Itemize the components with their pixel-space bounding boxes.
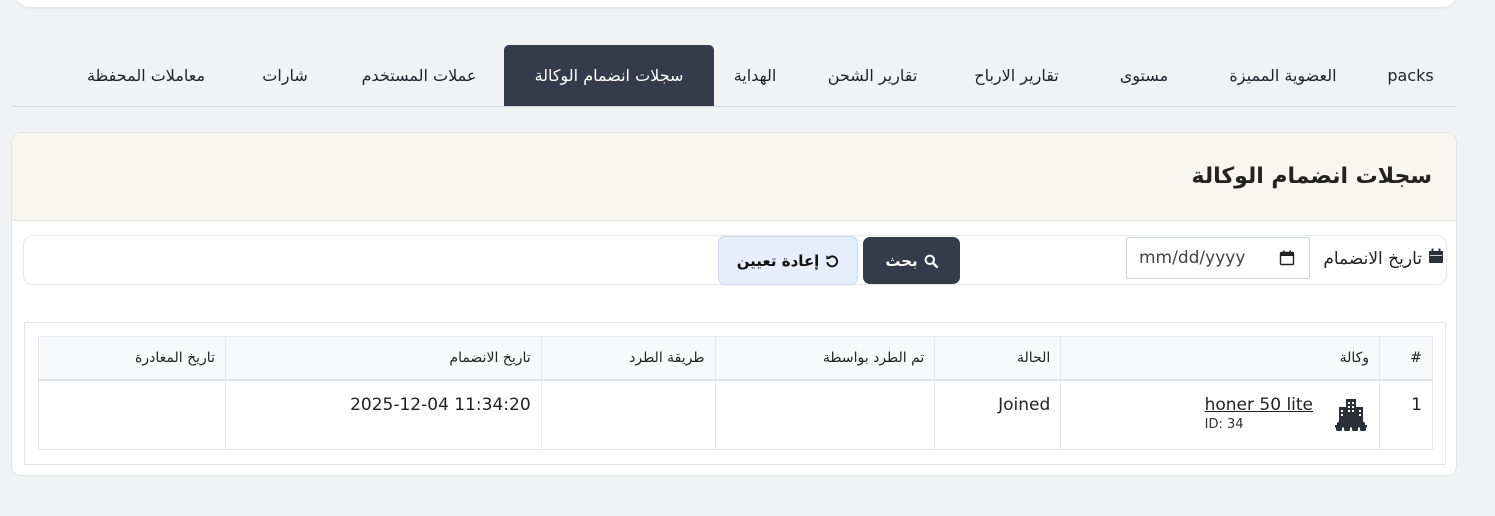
panel-header: سجلات انضمام الوكالة [12,133,1456,221]
join-date-filter-label: تاريخ الانضمام [1323,249,1422,269]
undo-icon [826,254,839,267]
agency-join-table: # وكالة الحالة تم الطرد بواسطة طريقة الط… [38,336,1433,450]
column-header-kick-method: طريقة الطرد [540,336,716,381]
tab-packs[interactable]: packs [1367,45,1454,106]
filter-bar: تاريخ الانضمام mm/dd/yyyy بحث إعادة تعيي [23,235,1447,285]
status-text: Joined [998,394,1051,415]
tab-badges[interactable]: شارات [235,45,335,106]
tab-gifts[interactable]: الهداية [715,45,795,106]
page-title: سجلات انضمام الوكالة [1191,164,1433,189]
cell-leave-date [38,379,226,450]
reset-button-label: إعادة تعيين [736,251,820,270]
tab-recharge-reports[interactable]: تقارير الشحن [800,45,945,106]
cell-status: Joined [934,379,1062,450]
search-button[interactable]: بحث [863,237,960,284]
top-card [16,0,1456,7]
table-header-row: # وكالة الحالة تم الطرد بواسطة طريقة الط… [38,336,1433,381]
table-row: 1 honer 50 lite ID: 34 Joined 2025-12-04… [38,379,1433,450]
column-header-leave-date: تاريخ المغادرة [38,336,226,381]
tab-premium-membership[interactable]: العضوية المميزة [1203,45,1363,106]
date-picker-icon[interactable] [1279,250,1295,266]
date-placeholder: mm/dd/yyyy [1139,248,1246,268]
calendar-icon [1429,248,1443,263]
cell-kicked-by [714,379,936,450]
column-header-index: # [1379,336,1433,381]
column-header-kicked-by: تم الطرد بواسطة [714,336,936,381]
cell-agency: honer 50 lite ID: 34 [1060,379,1381,450]
tab-bar: packs العضوية المميزة مستوى تقارير الارب… [12,45,1457,107]
agency-join-logs-panel: سجلات انضمام الوكالة تاريخ الانضمام mm/d… [11,132,1457,476]
tab-level[interactable]: مستوى [1089,45,1199,106]
cell-join-date: 2025-12-04 11:34:20 [224,379,542,450]
search-button-label: بحث [885,251,918,270]
search-icon [924,254,938,268]
tab-wallet-transactions[interactable]: معاملات المحفظة [61,45,231,106]
building-icon [1335,398,1368,431]
join-date-text: 2025-12-04 11:34:20 [350,394,531,415]
cell-kick-method [540,379,716,450]
cell-index: 1 [1379,379,1433,450]
agency-id: ID: 34 [1204,416,1244,432]
column-header-agency: وكالة [1060,336,1381,381]
agency-link[interactable]: honer 50 lite [1205,395,1313,415]
column-header-join-date: تاريخ الانضمام [224,336,542,381]
join-date-input[interactable]: mm/dd/yyyy [1126,237,1310,279]
tab-earnings-reports[interactable]: تقارير الارباح [949,45,1084,106]
reset-button[interactable]: إعادة تعيين [718,236,858,285]
tab-agency-join-logs[interactable]: سجلات انضمام الوكالة [504,45,714,106]
column-header-status: الحالة [934,336,1062,381]
table-container: # وكالة الحالة تم الطرد بواسطة طريقة الط… [24,322,1446,465]
tab-user-coins[interactable]: عملات المستخدم [339,45,499,106]
